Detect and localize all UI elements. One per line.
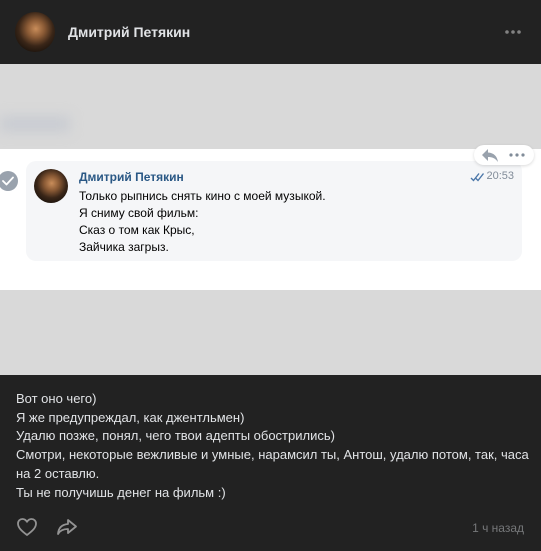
message-screenshot: Дмитрий Петякин 20:53 Только рыпнись сня… <box>0 145 541 290</box>
share-icon[interactable] <box>56 518 78 536</box>
message-line: Только рыпнись снять кино с моей музыкой… <box>79 189 326 203</box>
more-horizontal-icon <box>509 153 525 157</box>
message-actions <box>474 145 534 165</box>
check-circle-icon <box>0 171 18 191</box>
post-line: Ты не получишь денег на фильм :) <box>16 484 226 500</box>
post-image[interactable]: Дмитрий Петякин 20:53 Только рыпнись сня… <box>0 64 541 375</box>
message-author: Дмитрий Петякин <box>79 170 184 184</box>
message-time: 20:53 <box>486 170 514 182</box>
author-avatar[interactable] <box>15 12 55 52</box>
post-text: Вот оно чего) Я же предупреждал, как дже… <box>16 390 531 502</box>
author-name[interactable]: Дмитрий Петякин <box>68 24 190 40</box>
double-check-icon <box>470 173 485 182</box>
more-horizontal-icon[interactable] <box>503 22 523 42</box>
blurred-text <box>0 116 70 132</box>
post-line: Вот оно чего) <box>16 391 97 406</box>
post-line: Я же предупреждал, как джентльмен) <box>16 409 245 425</box>
blurred-region-bottom <box>0 290 541 375</box>
blurred-region-top <box>0 64 541 149</box>
message-line: Я сниму свой фильм: <box>79 206 199 220</box>
post-line: Удалю позже, понял, чего твои адепты обо… <box>16 428 335 444</box>
heart-icon[interactable] <box>16 517 38 537</box>
message-line: Зайчика загрыз. <box>79 240 169 254</box>
message-text: Только рыпнись снять кино с моей музыкой… <box>79 188 326 256</box>
message-bubble: Дмитрий Петякин 20:53 Только рыпнись сня… <box>26 161 522 261</box>
reply-icon <box>482 149 498 162</box>
post-header: Дмитрий Петякин <box>0 0 541 64</box>
post-line: Смотри, некоторые вежливые и умные, нара… <box>16 447 533 481</box>
post-timestamp[interactable]: 1 ч назад <box>472 521 524 535</box>
message-avatar <box>34 169 68 203</box>
message-line: Сказ о том как Крыс, <box>79 223 195 237</box>
